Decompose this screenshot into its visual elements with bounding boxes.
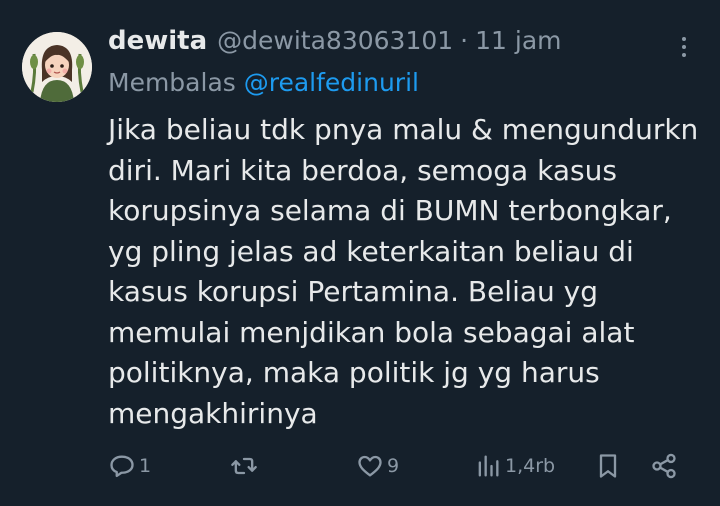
retweet-button[interactable] (230, 448, 258, 484)
like-count: 9 (387, 455, 400, 477)
avatar-illustration (22, 32, 92, 102)
more-icon[interactable] (672, 32, 696, 62)
reply-prefix: Membalas (108, 68, 236, 97)
tweet-text: Jika beliau tdk pnya malu & mengundurkn … (108, 110, 703, 434)
tweet-header: dewita @dewita83063101 · 11 jam (108, 26, 668, 66)
reply-context: Membalas @realfedinuril (108, 68, 419, 102)
user-handle[interactable]: @dewita83063101 (217, 26, 453, 55)
bookmark-button[interactable] (594, 448, 622, 484)
tweet-text-line: korupsinya selama di BUMN terbongkar, (108, 194, 672, 227)
reply-icon (110, 455, 134, 478)
tweet-card[interactable]: dewita @dewita83063101 · 11 jam Membalas… (0, 0, 720, 506)
tweet-text-line: politiknya, maka politik jg yg harus (108, 356, 600, 389)
tweet-text-line: Jika beliau tdk pnya malu & mengundurkn (108, 113, 699, 146)
tweet-text-line: kasus korupsi Pertamina. Beliau yg (108, 275, 599, 308)
like-button[interactable]: 9 (356, 448, 399, 484)
reply-count: 1 (139, 455, 152, 477)
reply-button[interactable]: 1 (108, 448, 151, 484)
tweet-text-line: yg pling jelas ad keterkaitan beliau di (108, 234, 634, 268)
views-icon (478, 455, 499, 477)
heart-icon (358, 455, 382, 477)
tweet-time[interactable]: 11 jam (475, 26, 561, 55)
display-name[interactable]: dewita (108, 26, 207, 56)
views-button[interactable]: 1,4rb (474, 448, 555, 484)
avatar[interactable] (22, 32, 92, 102)
share-icon (652, 453, 676, 479)
share-button[interactable] (650, 448, 678, 484)
tweet-text-line: mengakhirinya (108, 396, 318, 430)
retweet-icon (231, 457, 257, 475)
views-count: 1,4rb (505, 455, 556, 477)
reply-handle-link[interactable]: @realfedinuril (244, 68, 419, 97)
bookmark-icon (599, 454, 617, 478)
meta-separator: · (460, 26, 469, 55)
tweet-text-line: memulai menjdikan bola sebagai alat (108, 315, 635, 349)
action-bar: 1 9 1,4rb (108, 448, 688, 484)
tweet-text-line: diri. Mari kita berdoa, semoga kasus (108, 153, 617, 187)
